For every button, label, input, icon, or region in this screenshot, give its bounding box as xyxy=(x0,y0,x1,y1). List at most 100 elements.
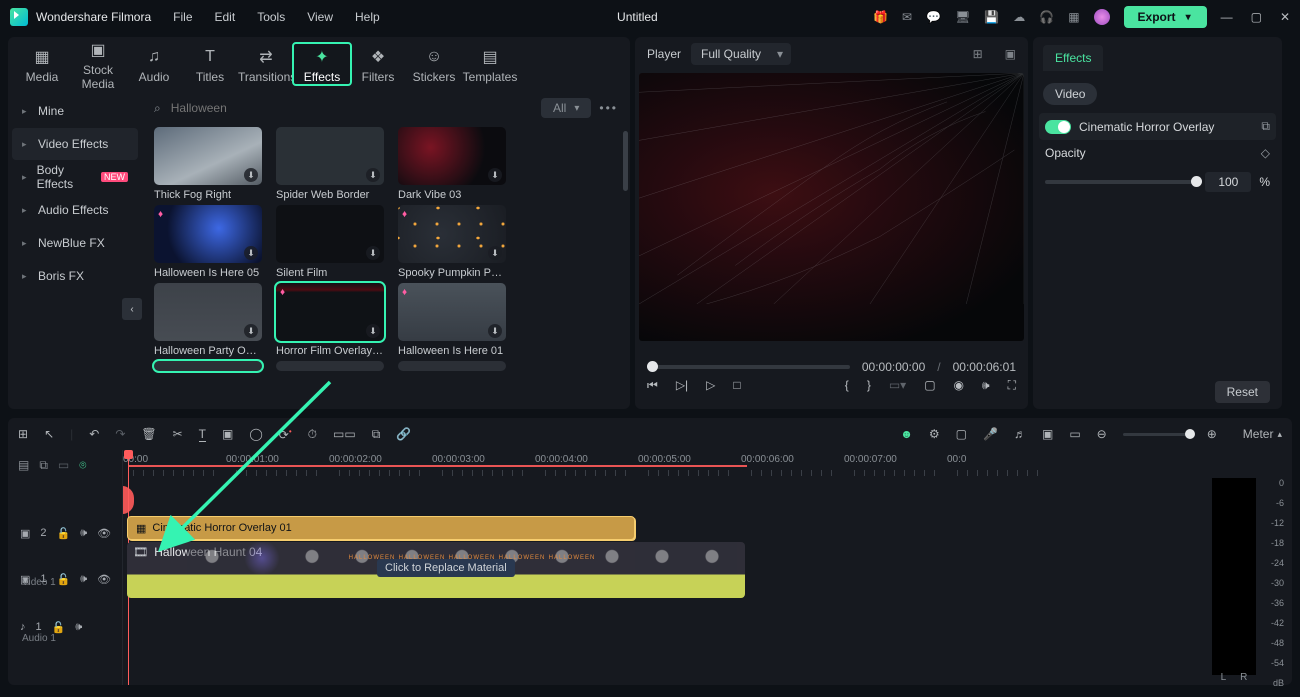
download-icon[interactable]: ⬇ xyxy=(488,168,502,182)
snapshot-outline-icon[interactable]: ▣ xyxy=(1005,47,1016,61)
download-icon[interactable]: ⬇ xyxy=(488,246,502,260)
play-icon[interactable]: ▷ xyxy=(706,378,715,392)
menu-edit[interactable]: Edit xyxy=(215,10,236,24)
apps-icon[interactable]: ▦ xyxy=(1068,10,1079,24)
menu-tools[interactable]: Tools xyxy=(257,10,285,24)
opacity-value[interactable]: 100 xyxy=(1205,172,1251,192)
cloud-icon[interactable]: ☁ xyxy=(1013,10,1025,24)
detach-icon[interactable]: ⧉ xyxy=(1261,119,1270,134)
tl-select-icon[interactable]: ↖ xyxy=(44,427,54,441)
mute-icon[interactable]: 🕪 xyxy=(80,527,87,540)
effect-item[interactable]: ⬇Halloween Party Overlay xyxy=(154,283,262,357)
tl-link-icon[interactable]: ⧉ xyxy=(39,458,48,473)
play-prev-icon[interactable]: ▷| xyxy=(676,378,688,392)
download-icon[interactable]: ⬇ xyxy=(366,246,380,260)
effect-item[interactable]: ⬇Dark Vibe 03 xyxy=(398,127,506,201)
face-icon[interactable]: ☻ xyxy=(900,427,913,441)
cat-body-effects[interactable]: ▸Body EffectsNEW xyxy=(12,161,138,193)
message-icon[interactable]: 💬 xyxy=(926,10,941,24)
link-icon[interactable]: 🔗 xyxy=(396,427,411,441)
pip-icon[interactable]: ▣ xyxy=(1042,427,1053,441)
undo-icon[interactable]: ↶ xyxy=(89,427,99,441)
preview-canvas[interactable] xyxy=(639,73,1024,341)
mic-icon[interactable]: 🎤 xyxy=(983,427,998,441)
tl-track-icon[interactable]: ▤ xyxy=(18,458,29,472)
mute-icon[interactable]: 🕪 xyxy=(80,573,87,586)
chevron-up-icon[interactable]: ▴ xyxy=(1277,429,1282,440)
video-track-header[interactable]: ▣1 🔓 🕪 👁 Video 1 xyxy=(8,551,123,607)
preview-seek-slider[interactable] xyxy=(647,365,850,369)
effect-clip[interactable]: ▦ Cinematic Horror Overlay 01 xyxy=(127,516,635,540)
snapshot-icon[interactable]: ◉ xyxy=(954,378,964,392)
effect-item[interactable]: ⬇Spider Web Border xyxy=(276,127,384,201)
mark-in-icon[interactable]: { xyxy=(845,378,849,392)
cat-boris-fx[interactable]: ▸Boris FX xyxy=(12,260,138,292)
ratio-icon[interactable]: ▭▾ xyxy=(889,378,906,392)
effects-search[interactable]: ⌕ xyxy=(154,100,541,116)
opacity-slider[interactable] xyxy=(1045,180,1197,184)
mark-out-icon[interactable]: } xyxy=(867,378,871,392)
more-icon[interactable]: ••• xyxy=(599,101,618,115)
close-icon[interactable]: ✕ xyxy=(1280,10,1290,24)
search-input[interactable] xyxy=(169,100,328,116)
effect-item[interactable]: ⬇♦Halloween Is Here 05 xyxy=(154,205,262,279)
effect-item[interactable]: ⬇Silent Film xyxy=(276,205,384,279)
timer-icon[interactable]: ⏱ xyxy=(308,427,317,442)
menu-help[interactable]: Help xyxy=(355,10,380,24)
avatar[interactable] xyxy=(1094,9,1110,25)
cat-mine[interactable]: ▸Mine xyxy=(12,95,138,127)
quality-dropdown[interactable]: Full Quality xyxy=(691,43,791,65)
save-icon[interactable]: 💾 xyxy=(984,10,999,24)
download-icon[interactable]: ⬇ xyxy=(244,168,258,182)
cat-video-effects[interactable]: ▸Video Effects xyxy=(12,128,138,160)
fullscreen-icon[interactable]: ⛶ xyxy=(1008,378,1016,393)
download-icon[interactable]: ⬇ xyxy=(244,324,258,338)
cat-newblue-fx[interactable]: ▸NewBlue FX xyxy=(12,227,138,259)
zoom-slider[interactable] xyxy=(1123,433,1191,436)
tab-transitions[interactable]: ⇄Transitions xyxy=(238,44,294,84)
effect-item[interactable]: ⬇♦Horror Film Overlay 19 xyxy=(276,283,384,357)
tl-mini-icon[interactable]: ▭ xyxy=(58,458,69,472)
minimize-icon[interactable]: — xyxy=(1221,10,1233,24)
eye-icon[interactable]: 👁 xyxy=(97,573,111,586)
export-button[interactable]: Export▾ xyxy=(1124,6,1207,28)
screen-icon[interactable]: ▢ xyxy=(924,378,935,392)
group-icon[interactable]: ▭▭ xyxy=(333,427,356,441)
tab-stock-media[interactable]: ▣Stock Media xyxy=(70,37,126,91)
sidebar-collapse[interactable]: ‹ xyxy=(122,298,142,320)
tab-templates[interactable]: ▤Templates xyxy=(462,44,518,84)
effect-item[interactable]: ⬇♦Halloween Is Here 01 xyxy=(398,283,506,357)
grid-icon[interactable]: ⊞ xyxy=(973,47,983,61)
crop-icon[interactable]: ▣ xyxy=(222,427,233,441)
cut-icon[interactable]: ✂ xyxy=(173,427,183,441)
lock-icon[interactable]: 🔓 xyxy=(52,621,66,634)
download-icon[interactable]: ⬇ xyxy=(366,168,380,182)
download-icon[interactable]: ⬇ xyxy=(488,324,502,338)
zoom-out-icon[interactable]: ⊖ xyxy=(1097,427,1107,441)
shield-icon[interactable]: ▢ xyxy=(956,427,967,441)
download-icon[interactable]: ⬇ xyxy=(244,246,258,260)
zoom-in-icon[interactable]: ⊕ xyxy=(1207,427,1217,441)
fx-track-header[interactable]: ▣2 🔓 🕪 👁 xyxy=(8,515,123,551)
display-icon[interactable]: 🖥 xyxy=(955,10,970,24)
ratio2-icon[interactable]: ▭ xyxy=(1069,427,1080,441)
effect-enable-toggle[interactable] xyxy=(1045,120,1071,134)
send-icon[interactable]: ✉ xyxy=(902,10,912,24)
tab-media[interactable]: ▦Media xyxy=(14,44,70,84)
tab-filters[interactable]: ❖Filters xyxy=(350,44,406,84)
tl-magnet-icon[interactable]: ⌾ xyxy=(79,458,86,473)
step-back-icon[interactable]: ⏮ xyxy=(647,378,658,393)
effects-scrollbar[interactable] xyxy=(623,131,628,191)
delete-icon[interactable]: 🗑 xyxy=(141,427,156,441)
lock-icon[interactable]: 🔓 xyxy=(57,573,71,586)
gear-icon[interactable]: ⚙ xyxy=(929,427,940,441)
reset-button[interactable]: Reset xyxy=(1215,381,1270,403)
volume-icon[interactable]: 🕪 xyxy=(982,378,990,393)
stop-icon[interactable]: □ xyxy=(733,378,740,392)
props-tab-effects[interactable]: Effects xyxy=(1043,45,1103,71)
filter-dropdown[interactable]: All▾ xyxy=(541,98,591,118)
audio-track-header[interactable]: ♪1 🔓 🕪 Audio 1 xyxy=(8,607,123,647)
effect-item[interactable]: ⬇Thick Fog Right xyxy=(154,127,262,201)
effect-item[interactable] xyxy=(154,361,262,371)
eye-icon[interactable]: 👁 xyxy=(97,527,111,540)
